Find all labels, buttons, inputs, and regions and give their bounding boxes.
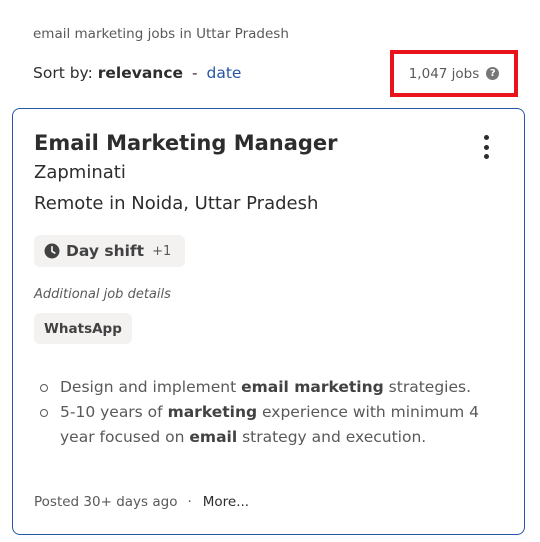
footer-separator: · xyxy=(187,494,192,510)
kebab-dot xyxy=(483,154,489,159)
more-link[interactable]: More... xyxy=(203,494,249,510)
shift-tag: Day shift +1 xyxy=(34,235,186,267)
job-count-text: 1,047 jobs xyxy=(408,65,480,82)
additional-details-label: Additional job details xyxy=(34,287,171,302)
job-location: Remote in Noida, Uttar Pradesh xyxy=(34,193,319,214)
sort-bar: Sort by: relevance - date xyxy=(33,64,241,82)
snippet-item: Design and implement email marketing str… xyxy=(34,375,504,400)
more-options-icon[interactable] xyxy=(476,134,496,160)
snippet-text: strategy and execution. xyxy=(237,428,427,446)
shift-label: Day shift xyxy=(66,242,145,260)
company-name: Zapminati xyxy=(34,162,126,183)
whatsapp-tag: WhatsApp xyxy=(34,313,132,344)
job-count: 1,047 jobs ? xyxy=(409,66,500,82)
snippet-text: Design and implement xyxy=(60,378,242,396)
sort-separator: - xyxy=(191,64,198,82)
sort-label: Sort by: xyxy=(33,64,93,82)
sort-relevance: relevance xyxy=(97,64,184,82)
shift-extra-count: +1 xyxy=(152,243,172,259)
search-breadcrumb: email marketing jobs in Uttar Pradesh xyxy=(33,26,289,42)
snippet-text: strategies. xyxy=(383,378,471,396)
job-count-highlight: 1,047 jobs ? xyxy=(390,50,518,97)
job-snippet: Design and implement email marketing str… xyxy=(34,375,504,450)
sort-by-date-link[interactable]: date xyxy=(207,64,242,82)
snippet-item: 5-10 years of marketing experience with … xyxy=(34,400,504,450)
snippet-text: 5-10 years of xyxy=(60,403,168,421)
job-footer: Posted 30+ days ago · More... xyxy=(34,494,249,510)
kebab-dot xyxy=(483,144,489,150)
posted-date: Posted 30+ days ago xyxy=(34,494,178,510)
job-card[interactable]: Email Marketing Manager Zapminati Remote… xyxy=(12,108,525,535)
snippet-keyword: email marketing xyxy=(241,378,384,396)
help-icon[interactable]: ? xyxy=(486,67,500,80)
snippet-keyword: marketing xyxy=(167,403,258,421)
job-search-results: email marketing jobs in Uttar Pradesh So… xyxy=(0,0,540,542)
snippet-keyword: email xyxy=(189,428,238,446)
kebab-dot xyxy=(483,135,489,140)
clock-icon xyxy=(44,243,60,259)
job-title[interactable]: Email Marketing Manager xyxy=(34,131,338,155)
